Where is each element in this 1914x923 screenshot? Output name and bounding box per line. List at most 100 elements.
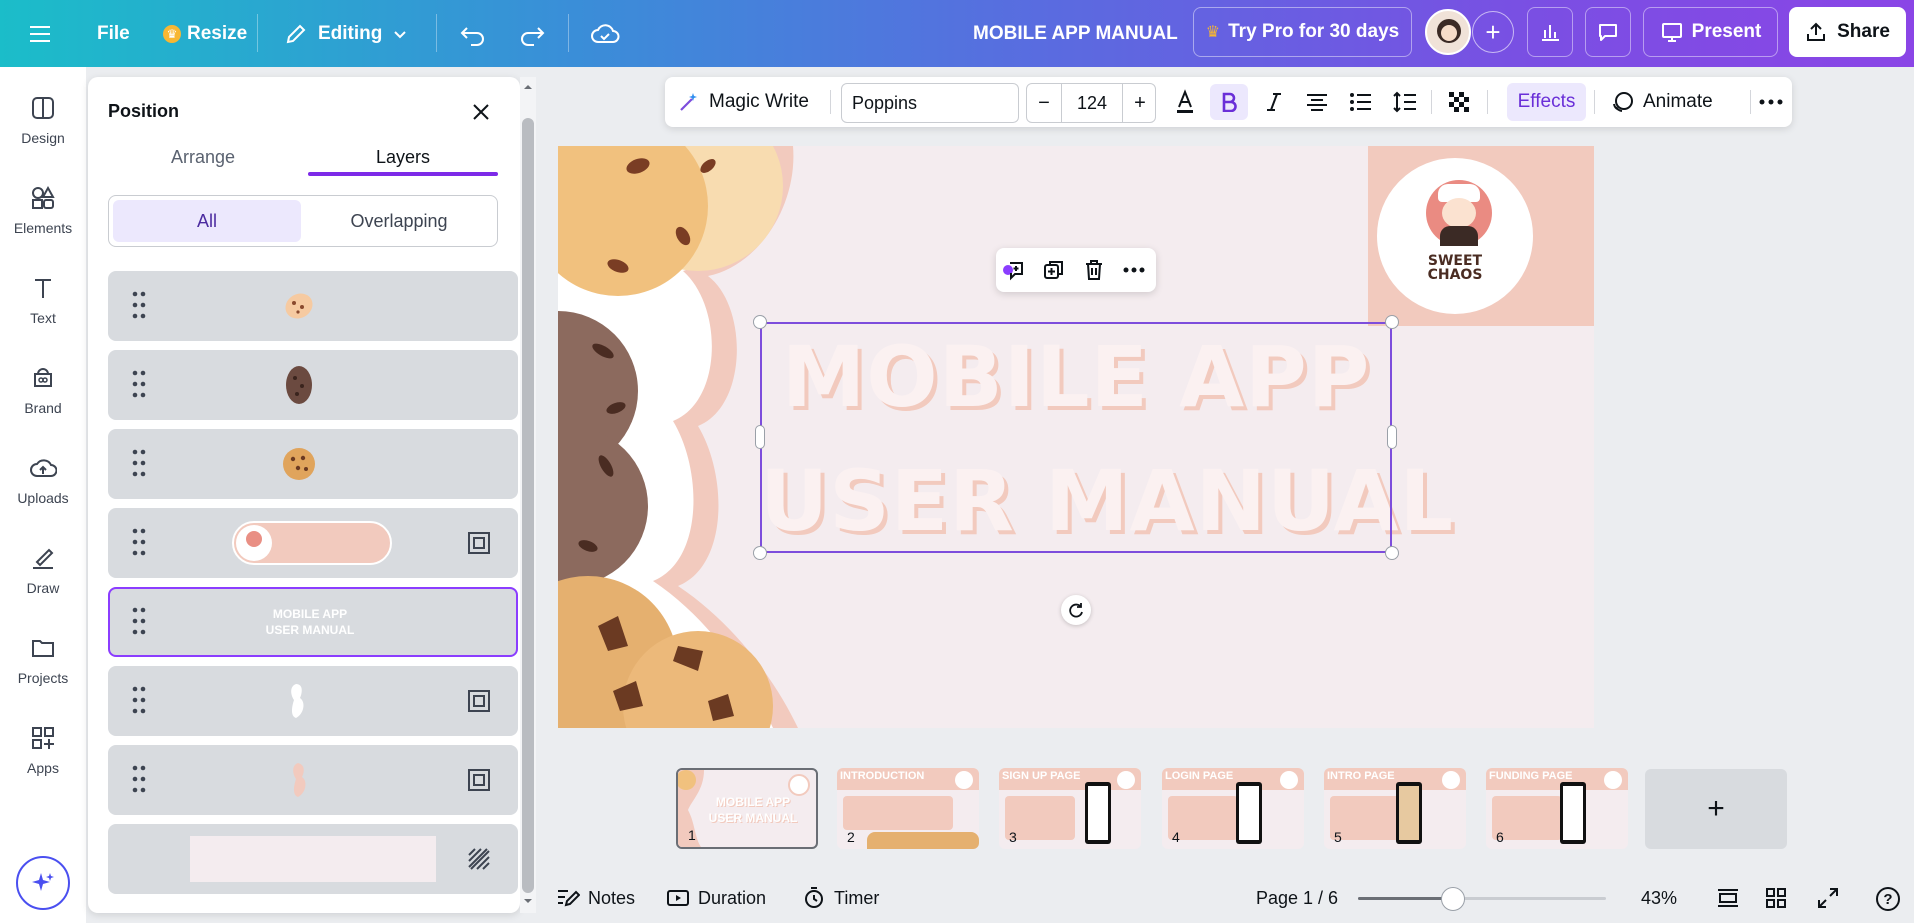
rail-item-projects[interactable]: Projects <box>0 620 86 700</box>
rail-item-draw[interactable]: Draw <box>0 530 86 610</box>
frame-icon[interactable] <box>466 767 492 793</box>
magic-write-button[interactable]: Magic Write <box>677 77 809 127</box>
magic-assistant-button[interactable] <box>16 856 70 910</box>
rail-item-text[interactable]: Text <box>0 260 86 340</box>
rail-label: Design <box>21 130 65 146</box>
font-family-select[interactable]: Poppins <box>841 83 1019 123</box>
text-selection-box[interactable] <box>760 322 1392 553</box>
more-horizontal-icon[interactable] <box>1122 258 1146 282</box>
page-thumbnail-4[interactable]: LOGIN PAGE 4 <box>1162 768 1304 849</box>
layer-item[interactable] <box>108 271 518 341</box>
resize-handle-bottom-left[interactable] <box>753 546 767 560</box>
rail-item-elements[interactable]: Elements <box>0 170 86 250</box>
filter-overlapping[interactable]: Overlapping <box>305 200 493 242</box>
increase-font-size-button[interactable]: + <box>1123 84 1157 122</box>
background-pattern-icon[interactable] <box>466 846 492 872</box>
menu-icon[interactable] <box>28 0 52 67</box>
bold-button[interactable] <box>1210 84 1248 120</box>
more-options-button[interactable] <box>1755 77 1787 127</box>
zoom-slider-handle[interactable] <box>1441 887 1465 911</box>
drag-handle-icon[interactable] <box>132 527 146 557</box>
grid-view-button[interactable] <box>1765 880 1787 916</box>
rail-item-uploads[interactable]: Uploads <box>0 440 86 520</box>
tab-layers[interactable]: Layers <box>308 137 498 177</box>
drag-handle-icon[interactable] <box>132 764 146 794</box>
duration-button[interactable]: Duration <box>666 880 766 916</box>
spacing-button[interactable] <box>1386 77 1424 127</box>
text-color-button[interactable] <box>1165 77 1205 127</box>
scroll-down-icon[interactable] <box>520 895 536 907</box>
close-panel-button[interactable] <box>466 97 496 127</box>
scroll-up-icon[interactable] <box>520 81 536 93</box>
rail-item-brand[interactable]: Brand <box>0 350 86 430</box>
drag-handle-icon[interactable] <box>132 606 146 636</box>
redo-button[interactable] <box>518 0 546 67</box>
effects-button[interactable]: Effects <box>1507 83 1586 121</box>
drag-handle-icon[interactable] <box>132 369 146 399</box>
page-thumbnail-6[interactable]: FUNDING PAGE 6 <box>1486 768 1628 849</box>
tab-arrange[interactable]: Arrange <box>108 137 298 177</box>
file-menu-button[interactable]: File <box>97 0 130 67</box>
document-title-text: MOBILE APP MANUAL <box>973 22 1178 44</box>
resize-button[interactable]: ♛ Resize <box>163 0 247 67</box>
drag-handle-icon[interactable] <box>132 685 146 715</box>
page-logo <box>1442 771 1460 789</box>
rail-item-design[interactable]: Design <box>0 80 86 160</box>
trash-icon[interactable] <box>1082 258 1106 282</box>
zoom-percentage[interactable]: 43% <box>1641 880 1677 916</box>
layer-item[interactable] <box>108 429 518 499</box>
page-indicator[interactable]: Page 1 / 6 <box>1256 880 1338 916</box>
layer-item-selected[interactable]: MOBILE APP USER MANUAL <box>108 587 518 657</box>
list-button[interactable] <box>1342 77 1380 127</box>
comments-button[interactable] <box>1585 7 1631 57</box>
layer-item[interactable] <box>108 666 518 736</box>
frame-icon[interactable] <box>466 688 492 714</box>
help-button[interactable]: ? <box>1876 887 1900 911</box>
page-thumbnail-3[interactable]: SIGN UP PAGE 3 <box>999 768 1141 849</box>
resize-handle-bottom-right[interactable] <box>1385 546 1399 560</box>
decrease-font-size-button[interactable]: − <box>1027 84 1061 122</box>
timer-button[interactable]: Timer <box>802 880 879 916</box>
logo-badge[interactable]: SWEET CHAOS <box>1371 152 1539 320</box>
layer-item[interactable] <box>108 508 518 578</box>
page-view-button[interactable] <box>1716 880 1740 916</box>
fullscreen-button[interactable] <box>1817 880 1839 916</box>
align-button[interactable] <box>1298 77 1336 127</box>
rotate-handle[interactable] <box>1061 595 1091 625</box>
document-title[interactable]: MOBILE APP MANUAL <box>973 0 1178 67</box>
user-avatar[interactable] <box>1425 9 1471 55</box>
font-size-input[interactable]: 124 <box>1061 84 1123 122</box>
duplicate-icon[interactable] <box>1042 258 1066 282</box>
filter-all[interactable]: All <box>113 200 301 242</box>
page-thumbnail-1[interactable]: MOBILE APP USER MANUAL 1 <box>676 768 818 849</box>
resize-handle-top-right[interactable] <box>1385 315 1399 329</box>
layer-item[interactable] <box>108 350 518 420</box>
resize-handle-top-left[interactable] <box>753 315 767 329</box>
animate-button[interactable]: Animate <box>1611 77 1713 127</box>
panel-scroll-thumb[interactable] <box>522 118 534 893</box>
editing-mode-button[interactable]: Editing <box>284 0 408 67</box>
add-comment-icon[interactable] <box>1002 258 1026 282</box>
cloud-save-button[interactable] <box>590 0 620 67</box>
resize-handle-right[interactable] <box>1387 425 1397 449</box>
undo-button[interactable] <box>459 0 487 67</box>
page-thumbnail-2[interactable]: INTRODUCTION 2 <box>837 768 979 849</box>
try-pro-button[interactable]: ♛ Try Pro for 30 days <box>1193 7 1412 57</box>
rail-item-apps[interactable]: Apps <box>0 710 86 790</box>
drag-handle-icon[interactable] <box>132 448 146 478</box>
layer-item[interactable] <box>108 745 518 815</box>
insights-button[interactable] <box>1527 7 1573 57</box>
sparkle-icon <box>32 873 54 891</box>
transparency-button[interactable] <box>1440 77 1478 127</box>
layer-item[interactable] <box>108 824 518 894</box>
share-button[interactable]: Share <box>1789 7 1906 57</box>
add-page-button[interactable]: + <box>1645 769 1787 849</box>
add-collaborator-button[interactable]: + <box>1472 11 1514 53</box>
present-button[interactable]: Present <box>1643 7 1778 57</box>
resize-handle-left[interactable] <box>755 425 765 449</box>
notes-button[interactable]: Notes <box>556 880 635 916</box>
drag-handle-icon[interactable] <box>132 290 146 320</box>
italic-button[interactable] <box>1255 77 1293 127</box>
frame-icon[interactable] <box>466 530 492 556</box>
page-thumbnail-5[interactable]: INTRO PAGE 5 <box>1324 768 1466 849</box>
